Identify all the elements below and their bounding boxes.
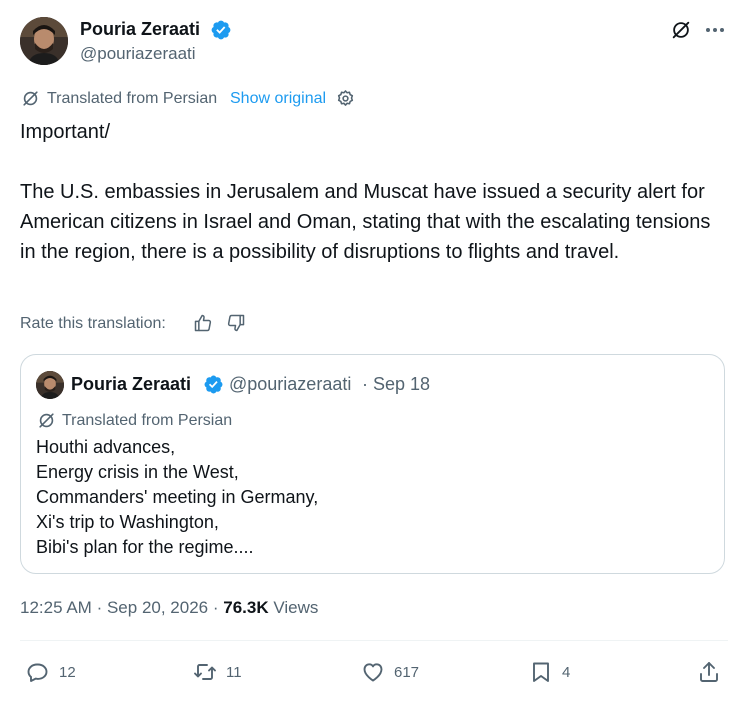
quote-line: Houthi advances, — [36, 437, 176, 457]
more-options-icon[interactable] — [703, 19, 727, 41]
quote-date[interactable]: Sep 18 — [373, 373, 430, 395]
rate-translation-label: Rate this translation: — [20, 315, 166, 332]
tweet-date[interactable]: Sep 20, 2026 — [107, 598, 208, 617]
repost-button[interactable]: 11 — [193, 658, 242, 686]
tweet-text: Important/ The U.S. embassies in Jerusal… — [20, 117, 730, 267]
quote-author-avatar[interactable] — [36, 371, 64, 399]
quote-line: Bibi's plan for the regime.... — [36, 537, 254, 557]
verified-badge-icon — [210, 19, 232, 41]
thumbs-down-icon[interactable] — [226, 313, 246, 333]
tweet-paragraph: Important/ — [20, 121, 111, 143]
translate-icon — [37, 411, 56, 430]
quote-line: Energy crisis in the West, — [36, 462, 239, 482]
translated-label: Translated from Persian — [47, 90, 218, 107]
repost-count: 11 — [226, 663, 242, 681]
bookmark-icon — [533, 662, 549, 682]
quote-author-handle[interactable]: @pouriazeraati — [229, 373, 351, 395]
tweet-time[interactable]: 12:25 AM — [20, 598, 92, 617]
reply-icon — [27, 663, 48, 682]
views-count: 76.3K — [223, 598, 269, 617]
views-label: Views — [273, 598, 319, 617]
tweet-meta: 12:25 AM · Sep 20, 2026 · 76.3K Views — [20, 597, 318, 619]
reply-button[interactable]: 12 — [26, 658, 76, 686]
author-name[interactable]: Pouria Zeraati — [80, 18, 200, 40]
author-handle[interactable]: @pouriazeraati — [80, 43, 196, 65]
divider — [20, 640, 728, 641]
quote-text: Houthi advances, Energy crisis in the We… — [36, 435, 318, 560]
separator-dot: · — [212, 598, 219, 617]
quote-tweet-card[interactable]: Pouria Zeraati @pouriazeraati · Sep 18 T… — [20, 354, 725, 574]
verified-badge-icon — [203, 374, 224, 395]
quote-line: Xi's trip to Washington, — [36, 512, 219, 532]
quote-author-name[interactable]: Pouria Zeraati — [71, 373, 191, 395]
bookmark-count: 4 — [562, 663, 571, 681]
share-button[interactable] — [697, 658, 721, 686]
quote-translated-label: Translated from Persian — [62, 412, 233, 429]
author-avatar[interactable] — [20, 17, 68, 65]
repost-icon — [194, 664, 216, 680]
like-button[interactable]: 617 — [361, 658, 419, 686]
bookmark-button[interactable]: 4 — [529, 658, 570, 686]
like-count: 617 — [394, 663, 420, 681]
separator-dot: · — [96, 598, 103, 617]
show-original-link[interactable]: Show original — [230, 89, 326, 109]
gear-icon[interactable] — [336, 89, 355, 108]
quote-line: Commanders' meeting in Germany, — [36, 487, 319, 507]
tweet-paragraph: The U.S. embassies in Jerusalem and Musc… — [20, 181, 711, 263]
translate-icon — [21, 89, 40, 108]
reply-count: 12 — [59, 663, 76, 681]
grok-icon[interactable] — [670, 19, 692, 41]
separator-dot: · — [362, 374, 368, 394]
thumbs-up-icon[interactable] — [193, 313, 213, 333]
share-icon — [700, 662, 718, 682]
heart-icon — [363, 663, 383, 682]
